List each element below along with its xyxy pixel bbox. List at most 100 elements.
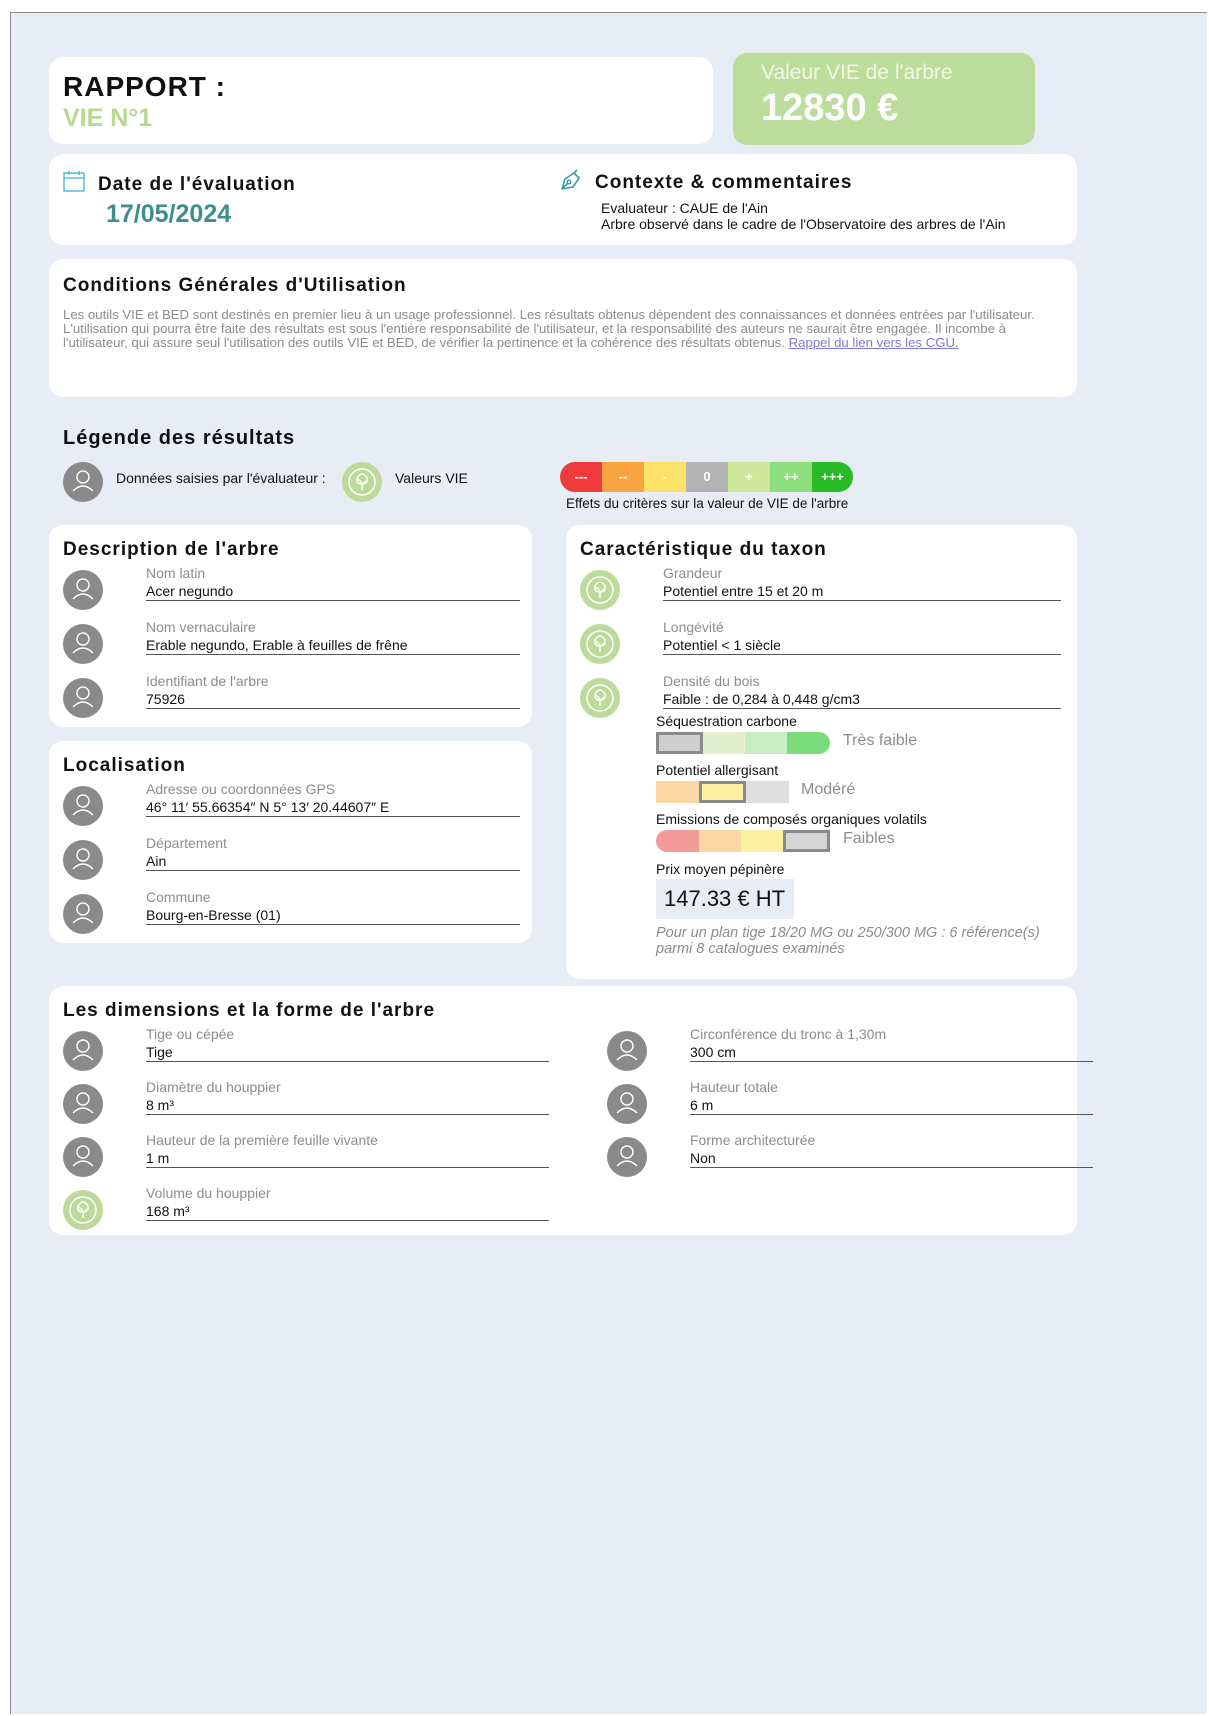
scale-cell-5: ++: [770, 462, 812, 492]
evaluator-avatar-icon: [63, 894, 103, 934]
carbon-value: Très faible: [843, 732, 918, 749]
vie-tree-icon: [342, 462, 382, 502]
field-value: 300 cm: [690, 1044, 1093, 1062]
scale-cell-2: -: [644, 462, 686, 492]
field-value: 168 m³: [146, 1203, 549, 1221]
calendar-icon: [63, 170, 85, 192]
evaluator-avatar-icon: [63, 1137, 103, 1177]
report-header: RAPPORT : VIE N°1: [49, 57, 713, 144]
evaluator-avatar-icon: [607, 1084, 647, 1124]
evaluator-avatar-icon: [63, 1031, 103, 1071]
field-value: Erable negundo, Erable à feuilles de frê…: [146, 637, 520, 655]
field-value: 6 m: [690, 1097, 1093, 1115]
legend-vie-text: Valeurs VIE: [395, 470, 468, 486]
field-value: Ain: [146, 853, 520, 871]
scale-cell-4: +: [728, 462, 770, 492]
evaluator-avatar-icon: [63, 462, 103, 502]
field-value: Acer negundo: [146, 583, 520, 601]
effect-scale: --- -- - 0 + ++ +++: [560, 462, 853, 492]
price-value: 147.33 € HT: [656, 879, 794, 919]
field-value: Bourg-en-Bresse (01): [146, 907, 520, 925]
evaluator-avatar-icon: [63, 678, 103, 718]
field-label: Hauteur totale: [690, 1079, 778, 1095]
field-value: 8 m³: [146, 1097, 549, 1115]
evaluator-avatar-icon: [63, 786, 103, 826]
price-label: Prix moyen pépinère: [656, 861, 785, 877]
field-label: Nom vernaculaire: [146, 619, 256, 635]
voc-label: Emissions de composés organiques volatil…: [656, 811, 927, 827]
scale-caption: Effets du critères sur la valeur de VIE …: [566, 496, 849, 511]
dimensions-title: Les dimensions et la forme de l'arbre: [63, 1000, 436, 1021]
cgu-card: Conditions Générales d'Utilisation Les o…: [49, 259, 1077, 397]
vie-value-label: Valeur VIE de l'arbre: [761, 61, 953, 84]
legend-evaluator-text: Données saisies par l'évaluateur :: [116, 470, 326, 486]
voc-bar: [656, 830, 830, 852]
evaluator-avatar-icon: [63, 624, 103, 664]
field-label: Volume du houppier: [146, 1185, 271, 1201]
field-label: Nom latin: [146, 565, 206, 581]
field-label: Densité du bois: [663, 673, 760, 689]
scale-cell-0: ---: [560, 462, 602, 492]
evaluator-avatar-icon: [607, 1031, 647, 1071]
scale-cell-1: --: [602, 462, 644, 492]
price-note: Pour un plan tige 18/20 MG ou 250/300 MG…: [656, 925, 1040, 957]
field-value: 46° 11′ 55.66354″ N 5° 13′ 20.44607″ E: [146, 799, 520, 817]
allergen-label: Potentiel allergisant: [656, 762, 779, 778]
field-value: Potentiel < 1 siècle: [663, 637, 1061, 655]
field-value: 75926: [146, 691, 520, 709]
evaluator-avatar-icon: [607, 1137, 647, 1177]
evaluation-date: 17/05/2024: [106, 200, 232, 228]
scale-cell-6: +++: [812, 462, 853, 492]
field-label: Diamètre du houppier: [146, 1079, 281, 1095]
field-label: Hauteur de la première feuille vivante: [146, 1132, 378, 1148]
field-value: Faible : de 0,284 à 0,448 g/cm3: [663, 691, 1061, 709]
location-card: Localisation Adresse ou coordonnées GPS 4…: [49, 741, 532, 943]
vie-tree-icon: [63, 1190, 103, 1230]
field-value: 1 m: [146, 1150, 549, 1168]
field-label: Circonférence du tronc à 1,30m: [690, 1026, 887, 1042]
field-label: Forme architecturée: [690, 1132, 816, 1148]
vie-value-card: Valeur VIE de l'arbre 12830 €: [733, 53, 1035, 145]
evaluator-avatar-icon: [63, 1084, 103, 1124]
comment-text: Arbre observé dans le cadre de l'Observa…: [601, 216, 1006, 232]
report-title: RAPPORT :: [63, 71, 226, 102]
voc-value: Faibles: [843, 830, 895, 847]
carbon-label: Séquestration carbone: [656, 713, 797, 729]
taxon-title: Caractéristique du taxon: [580, 539, 827, 560]
evaluator-avatar-icon: [63, 570, 103, 610]
evaluator-avatar-icon: [63, 840, 103, 880]
carbon-bar: [656, 732, 830, 754]
field-label: Grandeur: [663, 565, 723, 581]
report-page: RAPPORT : VIE N°1 Valeur VIE de l'arbre …: [10, 12, 1207, 1714]
cgu-link[interactable]: Rappel du lien vers les CGU.: [789, 335, 959, 350]
evaluation-card: Date de l'évaluation 17/05/2024 Contexte…: [49, 154, 1077, 245]
description-card: Description de l'arbre Nom latin Acer neg…: [49, 525, 532, 727]
scale-cell-3: 0: [686, 462, 728, 492]
evaluation-date-label: Date de l'évaluation: [98, 174, 296, 195]
field-value: Non: [690, 1150, 1093, 1168]
field-value: Potentiel entre 15 et 20 m: [663, 583, 1061, 601]
taxon-card: Caractéristique du taxon Grandeur Potenti…: [566, 525, 1077, 979]
evaluator-text: Evaluateur : CAUE de l'Ain: [601, 200, 768, 216]
report-number: VIE N°1: [63, 104, 153, 132]
vie-tree-icon: [580, 624, 620, 664]
context-label: Contexte & commentaires: [595, 172, 853, 193]
field-label: Commune: [146, 889, 211, 905]
dimensions-card: Les dimensions et la forme de l'arbre Ti…: [49, 986, 1093, 1235]
field-label: Adresse ou coordonnées GPS: [146, 781, 336, 797]
vie-tree-icon: [580, 570, 620, 610]
field-value: Tige: [146, 1044, 549, 1062]
vie-value: 12830 €: [761, 87, 899, 129]
field-label: Identifiant de l'arbre: [146, 673, 269, 689]
cgu-text-block: Les outils VIE et BED sont destinés en p…: [63, 308, 1059, 350]
description-title: Description de l'arbre: [63, 539, 280, 560]
allergen-value: Modéré: [801, 781, 856, 798]
pen-icon: [559, 168, 583, 192]
cgu-title: Conditions Générales d'Utilisation: [63, 275, 407, 296]
legend-title: Légende des résultats: [63, 427, 296, 449]
field-label: Département: [146, 835, 227, 851]
vie-tree-icon: [580, 678, 620, 718]
location-title: Localisation: [63, 755, 186, 776]
allergen-bar: [656, 781, 789, 803]
field-label: Longévité: [663, 619, 724, 635]
